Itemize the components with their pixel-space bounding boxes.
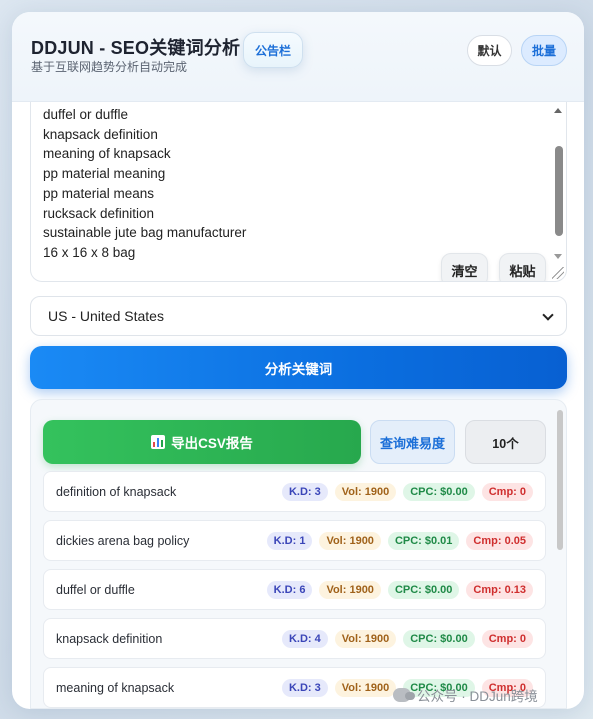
country-select-value: US - United States	[48, 308, 164, 324]
results-panel: 导出CSV报告 查询难易度 10个 definition of knapsack…	[30, 399, 567, 709]
volume-badge: Vol: 1900	[319, 580, 381, 599]
result-keyword: duffel or duffle	[56, 582, 135, 597]
metric-badges: K.D: 6 Vol: 1900 CPC: $0.00 Cmp: 0.13	[266, 580, 545, 599]
cpc-badge: CPC: $0.00	[403, 629, 475, 648]
wechat-icon	[393, 688, 415, 702]
export-csv-button[interactable]: 导出CSV报告	[43, 420, 361, 464]
keyword-line: rucksack definition	[43, 205, 155, 221]
competition-badge: Cmp: 0.13	[466, 580, 533, 599]
country-select[interactable]: US - United States	[30, 296, 567, 336]
metric-badges: K.D: 1 Vol: 1900 CPC: $0.01 Cmp: 0.05	[266, 531, 545, 550]
query-difficulty-button[interactable]: 查询难易度	[370, 420, 455, 464]
kd-badge: K.D: 3	[281, 482, 328, 501]
page-subtitle: 基于互联网趋势分析自动完成	[31, 60, 188, 74]
keyword-line: pp material means	[43, 185, 155, 201]
kd-badge: K.D: 1	[266, 531, 313, 550]
result-keyword: definition of knapsack	[56, 484, 177, 499]
keywords-textarea[interactable]: duffel or duffle knapsack definition mea…	[30, 102, 567, 282]
results-scrollbar[interactable]	[557, 410, 563, 550]
mode-default-button[interactable]: 默认	[467, 35, 512, 66]
competition-badge: Cmp: 0.05	[466, 531, 533, 550]
analyze-keywords-button[interactable]: 分析关键词	[30, 346, 567, 389]
metric-badges: K.D: 4 Vol: 1900 CPC: $0.00 Cmp: 0	[281, 629, 545, 648]
watermark: 公众号 · DDJun跨境	[393, 684, 583, 706]
keyword-line: meaning of knapsack	[43, 146, 171, 162]
bar-chart-icon	[151, 435, 166, 449]
chevron-down-icon	[542, 309, 554, 321]
textarea-scrollbar[interactable]	[550, 102, 566, 281]
notice-button[interactable]: 公告栏	[243, 32, 303, 68]
cpc-badge: CPC: $0.00	[403, 482, 475, 501]
result-row[interactable]: dickies arena bag policy K.D: 1 Vol: 190…	[43, 520, 546, 561]
kd-badge: K.D: 4	[281, 629, 328, 648]
seo-panel: DDJUN - SEO关键词分析 基于互联网趋势分析自动完成 公告栏 默认 批量…	[12, 12, 584, 709]
keywords-text: duffel or duffle knapsack definition mea…	[43, 105, 543, 263]
kd-badge: K.D: 3	[281, 678, 328, 697]
keyword-line: knapsack definition	[43, 126, 158, 142]
mode-batch-button[interactable]: 批量	[521, 35, 567, 66]
competition-badge: Cmp: 0	[481, 482, 533, 501]
scroll-up-icon[interactable]	[554, 108, 562, 113]
watermark-text: 公众号 · DDJun跨境	[417, 689, 538, 704]
result-keyword: meaning of knapsack	[56, 680, 175, 695]
kd-badge: K.D: 6	[266, 580, 313, 599]
cpc-badge: CPC: $0.01	[387, 531, 460, 550]
header: DDJUN - SEO关键词分析 基于互联网趋势分析自动完成 公告栏 默认 批量	[12, 12, 584, 102]
keyword-line: duffel or duffle	[43, 107, 129, 122]
volume-badge: Vol: 1900	[334, 629, 397, 648]
resize-grip-icon[interactable]	[552, 267, 564, 279]
page-title: DDJUN - SEO关键词分析	[31, 38, 241, 58]
export-csv-label: 导出CSV报告	[171, 436, 253, 451]
paste-button[interactable]: 粘贴	[499, 253, 546, 281]
keyword-line: pp material meaning	[43, 166, 166, 182]
result-keyword: knapsack definition	[56, 631, 163, 646]
result-row[interactable]: duffel or duffle K.D: 6 Vol: 1900 CPC: $…	[43, 569, 546, 610]
result-row[interactable]: definition of knapsack K.D: 3 Vol: 1900 …	[43, 471, 546, 512]
volume-badge: Vol: 1900	[334, 482, 397, 501]
clear-button[interactable]: 清空	[441, 253, 488, 281]
volume-badge: Vol: 1900	[319, 531, 381, 550]
result-count-button[interactable]: 10个	[465, 420, 546, 464]
competition-badge: Cmp: 0	[481, 629, 533, 648]
result-keyword: dickies arena bag policy	[56, 533, 190, 548]
scroll-thumb[interactable]	[555, 146, 563, 236]
keyword-line: sustainable jute bag manufacturer	[43, 225, 247, 241]
volume-badge: Vol: 1900	[334, 678, 397, 697]
cpc-badge: CPC: $0.00	[387, 580, 460, 599]
metric-badges: K.D: 3 Vol: 1900 CPC: $0.00 Cmp: 0	[281, 482, 545, 501]
result-row[interactable]: knapsack definition K.D: 4 Vol: 1900 CPC…	[43, 618, 546, 659]
scroll-down-icon[interactable]	[554, 254, 562, 259]
